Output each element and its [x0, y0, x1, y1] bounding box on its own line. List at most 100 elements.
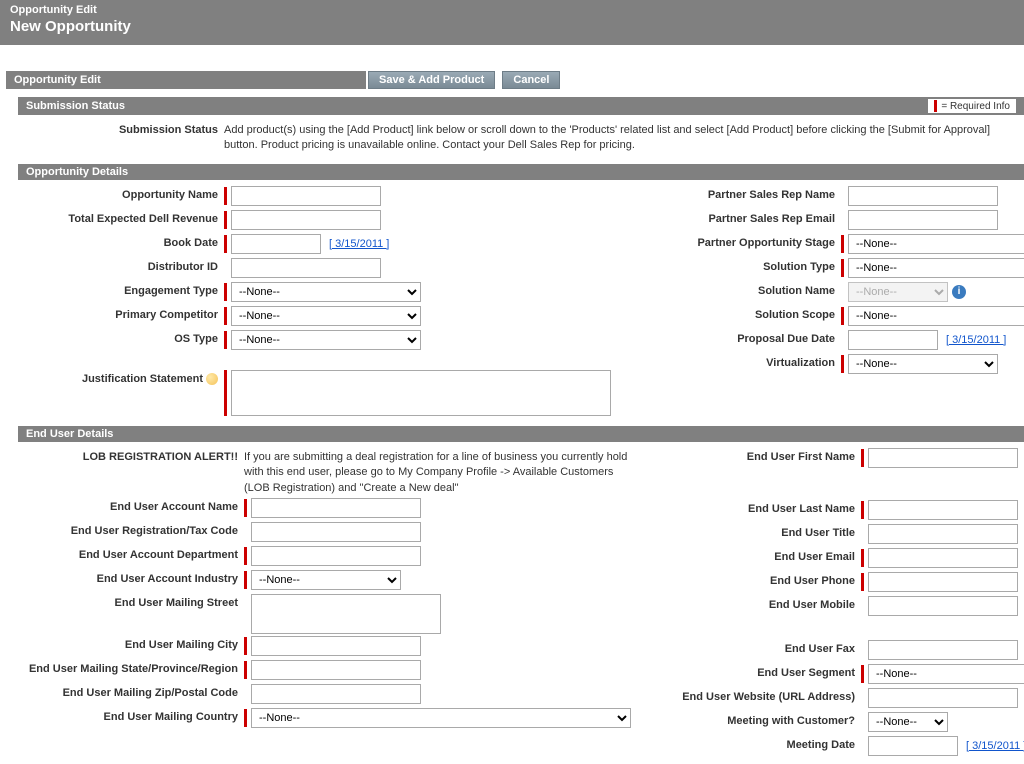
- total-expected-input[interactable]: [231, 210, 381, 230]
- required-bar-icon: [934, 100, 937, 112]
- solution-type-label: Solution Type: [641, 258, 841, 273]
- solution-scope-label: Solution Scope: [641, 306, 841, 321]
- solution-scope-select[interactable]: --None--: [848, 306, 1024, 326]
- meeting-date-input[interactable]: [868, 736, 958, 756]
- enduser-right-col: End User First Name End User Last Name E…: [661, 446, 1024, 760]
- book-date-label: Book Date: [24, 234, 224, 249]
- proposal-due-label: Proposal Due Date: [641, 330, 841, 345]
- distributor-id-label: Distributor ID: [24, 258, 224, 273]
- account-dept-input[interactable]: [251, 546, 421, 566]
- meeting-label: Meeting with Customer?: [661, 712, 861, 727]
- first-name-label: End User First Name: [661, 448, 861, 463]
- phone-label: End User Phone: [661, 572, 861, 587]
- mailing-street-textarea[interactable]: [251, 594, 441, 634]
- engagement-type-select[interactable]: --None--: [231, 282, 421, 302]
- section-enduser-title: End User Details: [26, 428, 113, 440]
- os-type-select[interactable]: --None--: [231, 330, 421, 350]
- opportunity-body: Opportunity Name Total Expected Dell Rev…: [18, 180, 1024, 422]
- opportunity-name-input[interactable]: [231, 186, 381, 206]
- partner-rep-name-input[interactable]: [848, 186, 998, 206]
- save-add-product-button[interactable]: Save & Add Product: [368, 71, 495, 89]
- primary-competitor-select[interactable]: --None--: [231, 306, 421, 326]
- segment-select[interactable]: --None--: [868, 664, 1024, 684]
- meeting-date-label: Meeting Date: [661, 736, 861, 751]
- os-type-label: OS Type: [24, 330, 224, 345]
- required-legend: = Required Info: [928, 99, 1016, 113]
- mailing-zip-input[interactable]: [251, 684, 421, 704]
- page-title: New Opportunity: [10, 18, 1014, 35]
- enduser-left-col: LOB REGISTRATION ALERT!! If you are subm…: [24, 446, 631, 760]
- solution-type-select[interactable]: --None--: [848, 258, 1024, 278]
- account-dept-label: End User Account Department: [24, 546, 244, 561]
- book-date-hint[interactable]: [ 3/15/2011 ]: [329, 238, 389, 250]
- phone-input[interactable]: [868, 572, 1018, 592]
- meeting-date-hint[interactable]: [ 3/15/2011 ]: [966, 740, 1024, 752]
- lob-alert-label: LOB REGISTRATION ALERT!!: [24, 448, 244, 463]
- opportunity-name-label: Opportunity Name: [24, 186, 224, 201]
- mailing-country-label: End User Mailing Country: [24, 708, 244, 723]
- first-name-input[interactable]: [868, 448, 1018, 468]
- virtualization-select[interactable]: --None--: [848, 354, 998, 374]
- action-bar: Opportunity Edit Save & Add Product Canc…: [0, 67, 1024, 93]
- distributor-id-input[interactable]: [231, 258, 381, 278]
- email-input[interactable]: [868, 548, 1018, 568]
- website-input[interactable]: [868, 688, 1018, 708]
- page-subtitle: Opportunity Edit: [10, 4, 1014, 16]
- proposal-due-hint[interactable]: [ 3/15/2011 ]: [946, 334, 1006, 346]
- fax-input[interactable]: [868, 640, 1018, 660]
- primary-competitor-label: Primary Competitor: [24, 306, 224, 321]
- account-name-input[interactable]: [251, 498, 421, 518]
- website-label: End User Website (URL Address): [661, 688, 861, 703]
- opportunity-right-col: Partner Sales Rep Name Partner Sales Rep…: [641, 184, 1024, 418]
- mailing-city-input[interactable]: [251, 636, 421, 656]
- account-industry-select[interactable]: --None--: [251, 570, 401, 590]
- fax-label: End User Fax: [661, 640, 861, 655]
- section-opportunity-title: Opportunity Details: [26, 166, 128, 178]
- account-industry-label: End User Account Industry: [24, 570, 244, 585]
- solution-name-label: Solution Name: [641, 282, 841, 297]
- meeting-select[interactable]: --None--: [868, 712, 948, 732]
- mailing-state-input[interactable]: [251, 660, 421, 680]
- mailing-country-select[interactable]: --None--: [251, 708, 631, 728]
- required-legend-text: = Required Info: [941, 101, 1010, 112]
- lob-alert-text: If you are submitting a deal registratio…: [244, 448, 631, 496]
- enduser-body: LOB REGISTRATION ALERT!! If you are subm…: [18, 442, 1024, 764]
- partner-rep-name-label: Partner Sales Rep Name: [641, 186, 841, 201]
- reg-tax-label: End User Registration/Tax Code: [24, 522, 244, 537]
- partner-rep-email-label: Partner Sales Rep Email: [641, 210, 841, 225]
- mailing-street-label: End User Mailing Street: [24, 594, 244, 609]
- reg-tax-input[interactable]: [251, 522, 421, 542]
- total-expected-label: Total Expected Dell Revenue: [24, 210, 224, 225]
- mailing-state-label: End User Mailing State/Province/Region: [24, 660, 244, 675]
- solution-name-select: --None--: [848, 282, 948, 302]
- submission-status-text: Add product(s) using the [Add Product] l…: [224, 121, 1018, 154]
- section-opportunity-details: Opportunity Details: [18, 164, 1024, 180]
- cancel-button[interactable]: Cancel: [502, 71, 560, 89]
- partner-stage-select[interactable]: --None--: [848, 234, 1024, 254]
- segment-label: End User Segment: [661, 664, 861, 679]
- last-name-label: End User Last Name: [661, 500, 861, 515]
- section-submission-title: Submission Status: [26, 100, 125, 112]
- mailing-zip-label: End User Mailing Zip/Postal Code: [24, 684, 244, 699]
- help-icon[interactable]: [206, 373, 218, 385]
- section-submission-status: Submission Status = Required Info: [18, 97, 1024, 115]
- partner-stage-label: Partner Opportunity Stage: [641, 234, 841, 249]
- mobile-label: End User Mobile: [661, 596, 861, 611]
- book-date-input[interactable]: [231, 234, 321, 254]
- proposal-due-input[interactable]: [848, 330, 938, 350]
- mobile-input[interactable]: [868, 596, 1018, 616]
- enduser-title-label: End User Title: [661, 524, 861, 539]
- justification-label: Justification Statement: [24, 370, 224, 385]
- info-icon[interactable]: i: [952, 285, 966, 299]
- justification-textarea[interactable]: [231, 370, 611, 416]
- page-header: Opportunity Edit New Opportunity: [0, 0, 1024, 45]
- submission-body: Submission Status Add product(s) using t…: [18, 115, 1024, 160]
- partner-rep-email-input[interactable]: [848, 210, 998, 230]
- mailing-city-label: End User Mailing City: [24, 636, 244, 651]
- action-bar-title: Opportunity Edit: [6, 71, 366, 89]
- enduser-title-input[interactable]: [868, 524, 1018, 544]
- last-name-input[interactable]: [868, 500, 1018, 520]
- submission-status-label: Submission Status: [24, 121, 224, 136]
- email-label: End User Email: [661, 548, 861, 563]
- section-end-user-details: End User Details: [18, 426, 1024, 442]
